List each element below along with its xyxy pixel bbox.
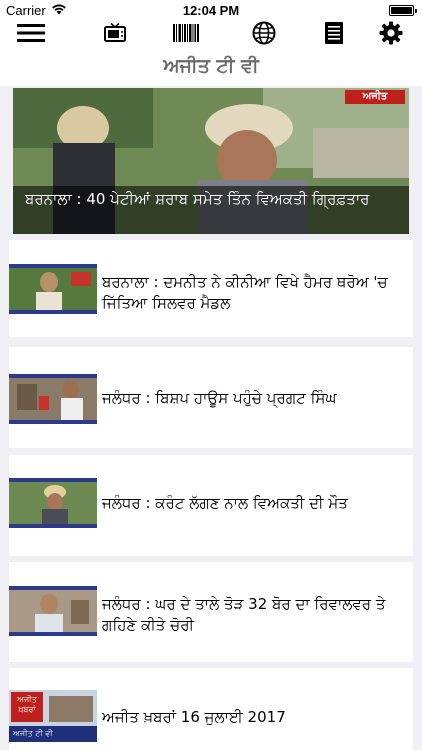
page-title: ਅਜੀਤ ਟੀ ਵੀ — [0, 46, 422, 86]
news-item[interactable]: ਜਲੰਧਰ : ਕਰੰਟ ਲੱਗਣ ਨਾਲ ਵਿਅਕਤੀ ਦੀ ਮੌਤ — [9, 455, 413, 556]
news-headline: ਜਲੰਧਰ : ਘਰ ਦੇ ਤਾਲੇ ਤੋੜ 32 ਬੋਰ ਦਾ ਰਿਵਾਲਵਰ… — [102, 595, 386, 634]
news-thumbnail: ਅਜੀਤ ਖ਼ਬਰਾਂ ਅਜੀਤ ਟੀ ਵੀ — [9, 690, 97, 742]
list-icon[interactable] — [319, 20, 349, 46]
status-time: 12:04 PM — [182, 3, 240, 18]
channel-logo: ਅਜੀਤ — [345, 90, 405, 104]
news-headline: ਅਜੀਤ ਖ਼ਬਰਾਂ 16 ਜੁਲਾਈ 2017 — [102, 708, 286, 726]
news-headline: ਜਲੰਧਰ : ਬਿਸ਼ਪ ਹਾਊਸ ਪਹੁੰਚੇ ਪ੍ਰਗਟ ਸਿੰਘ — [102, 389, 337, 407]
news-thumbnail — [9, 374, 97, 424]
tv-icon[interactable] — [100, 20, 130, 46]
news-item[interactable]: ਜਲੰਧਰ : ਬਿਸ਼ਪ ਹਾਊਸ ਪਹੁੰਚੇ ਪ੍ਰਗਟ ਸਿੰਘ — [9, 347, 413, 448]
gear-icon[interactable] — [376, 20, 406, 46]
news-headline: ਬਰਨਾਲਾ : ਦਮਨੀਤ ਨੇ ਕੀਨੀਆ ਵਿਖੇ ਹੈਮਰ ਥਰੋਅ '… — [102, 273, 388, 312]
news-thumbnail — [9, 264, 97, 314]
globe-icon[interactable] — [249, 20, 279, 46]
news-headline: ਜਲੰਧਰ : ਕਰੰਟ ਲੱਗਣ ਨਾਲ ਵਿਅਕਤੀ ਦੀ ਮੌਤ — [102, 494, 348, 512]
news-thumbnail — [9, 478, 97, 528]
menu-icon[interactable] — [16, 20, 46, 46]
battery-icon — [389, 5, 417, 16]
featured-video[interactable]: ਅਜੀਤ ਬਰਨਾਲਾ : 40 ਪੇਟੀਆਂ ਸ਼ਰਾਬ ਸਮੇਤ ਤਿੰਨ … — [13, 88, 409, 234]
news-thumbnail — [9, 586, 97, 636]
featured-headline: ਬਰਨਾਲਾ : 40 ਪੇਟੀਆਂ ਸ਼ਰਾਬ ਸਮੇਤ ਤਿੰਨ ਵਿਅਕਤ… — [13, 186, 409, 234]
thumb-strip: ਅਜੀਤ ਟੀ ਵੀ — [9, 726, 97, 742]
news-item[interactable]: ਅਜੀਤ ਖ਼ਬਰਾਂ ਅਜੀਤ ਟੀ ਵੀ ਅਜੀਤ ਖ਼ਬਰਾਂ 16 ਜੁ… — [9, 668, 413, 750]
news-item[interactable]: ਬਰਨਾਲਾ : ਦਮਨੀਤ ਨੇ ਕੀਨੀਆ ਵਿਖੇ ਹੈਮਰ ਥਰੋਅ '… — [9, 240, 413, 337]
status-bar: Carrier 12:04 PM — [0, 0, 422, 20]
thumb-badge: ਅਜੀਤ ਖ਼ਬਰਾਂ — [11, 692, 43, 722]
news-item[interactable]: ਜਲੰਧਰ : ਘਰ ਦੇ ਤਾਲੇ ਤੋੜ 32 ਬੋਰ ਦਾ ਰਿਵਾਲਵਰ… — [9, 562, 413, 662]
barcode-icon[interactable] — [171, 20, 201, 46]
toolbar — [0, 20, 422, 46]
